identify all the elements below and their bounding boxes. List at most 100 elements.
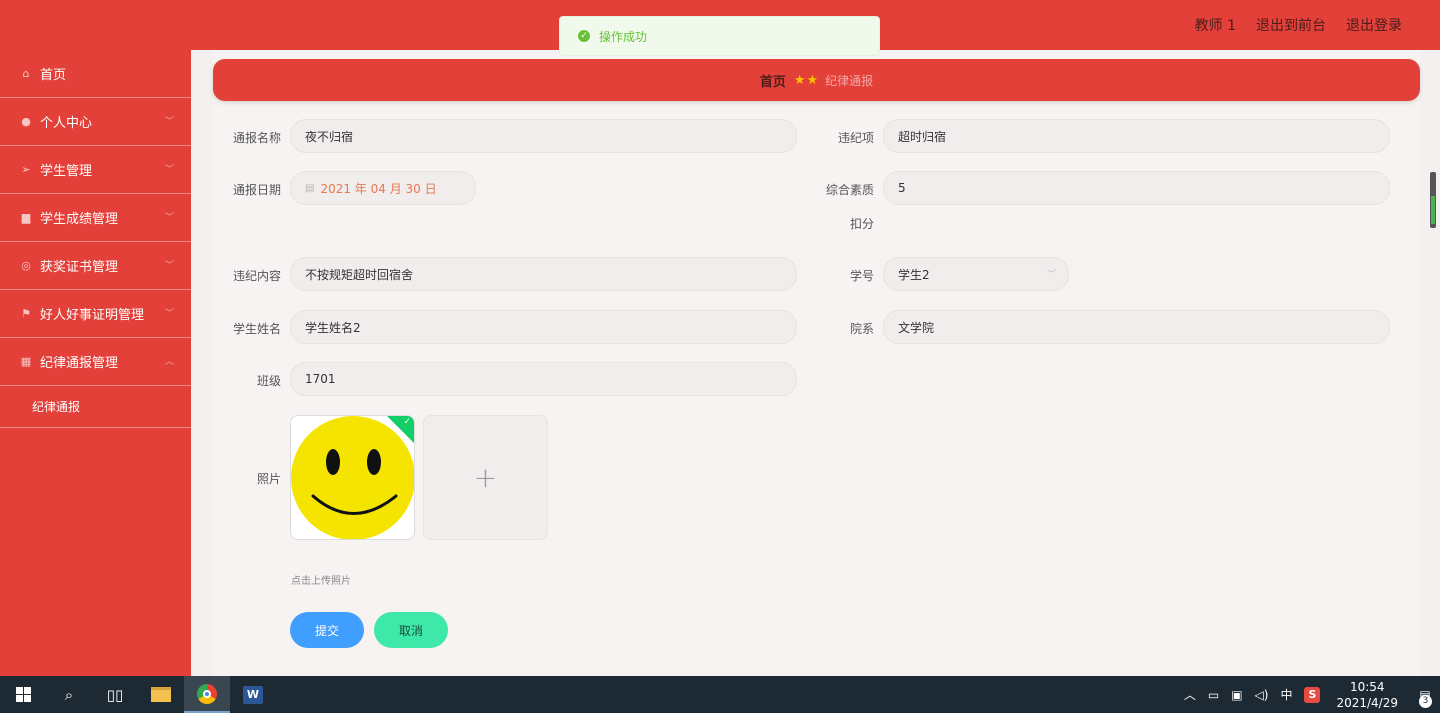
violation-content-input[interactable]: 不按规矩超时回宿舍	[290, 257, 797, 291]
chevron-up-icon: ︿	[164, 357, 174, 367]
scrollbar[interactable]	[1430, 172, 1436, 228]
notification-count: 3	[1419, 694, 1432, 708]
folder-icon	[151, 687, 171, 702]
chevron-down-icon: ﹀	[164, 261, 174, 271]
student-name-input[interactable]: 学生姓名2	[290, 310, 797, 344]
chrome-icon	[197, 683, 217, 704]
send-icon: ➢	[21, 163, 31, 176]
sidebar-item-label: 好人好事证明管理	[40, 308, 145, 323]
quality-deduction-label-2: 扣分	[849, 217, 874, 231]
logout-link[interactable]: 退出登录	[1346, 15, 1402, 35]
report-name-value: 夜不归宿	[305, 129, 354, 144]
chevron-down-icon: ﹀	[1046, 270, 1056, 280]
photo-label: 照片	[256, 472, 281, 486]
task-view-icon: ▯▯	[106, 685, 124, 704]
report-name-label: 通报名称	[232, 131, 281, 145]
sidebar-item-label: 纪律通报管理	[40, 356, 119, 371]
toast-message: 操作成功	[599, 29, 648, 44]
student-id-value: 学生2	[898, 267, 930, 282]
breadcrumb: 首页 ★★ 纪律通报	[213, 59, 1420, 101]
quality-deduction-value: 5	[898, 181, 906, 195]
sidebar: ⌂ 首页 ● 个人中心 ﹀ ➢ 学生管理 ﹀ ▆ 学生成绩管理 ﹀ ◎ 获奖证书…	[0, 50, 191, 676]
sidebar-item-certificate-management[interactable]: ◎ 获奖证书管理 ﹀	[0, 242, 191, 290]
notification-center-button[interactable]: ▤ 3	[1410, 688, 1440, 708]
sidebar-subitem-discipline-report[interactable]: 纪律通报	[0, 386, 191, 428]
sidebar-item-grades-management[interactable]: ▆ 学生成绩管理 ﹀	[0, 194, 191, 242]
student-name-label: 学生姓名	[232, 322, 281, 336]
task-view-button[interactable]: ▯▯	[92, 676, 138, 713]
report-name-input[interactable]: 夜不归宿	[290, 119, 797, 153]
upload-hint: 点击上传照片	[291, 576, 351, 587]
sidebar-item-student-management[interactable]: ➢ 学生管理 ﹀	[0, 146, 191, 194]
battery-icon[interactable]: ▭	[1208, 688, 1219, 702]
sidebar-item-label: 学生管理	[40, 164, 93, 179]
student-name-value: 学生姓名2	[305, 320, 361, 335]
department-value: 文学院	[898, 320, 935, 335]
chrome-button[interactable]	[184, 676, 230, 713]
windows-logo-icon	[15, 687, 31, 702]
search-icon: ⌕	[64, 685, 74, 704]
report-date-label: 通报日期	[232, 183, 281, 197]
volume-icon[interactable]: ◁)	[1255, 688, 1269, 702]
search-button[interactable]: ⌕	[46, 676, 92, 713]
word-button[interactable]: W	[230, 676, 276, 713]
quality-deduction-label: 综合素质	[825, 183, 874, 197]
chevron-down-icon: ﹀	[164, 117, 174, 127]
clock-date: 2021/4/29	[1336, 695, 1398, 710]
breadcrumb-home[interactable]: 首页	[760, 71, 786, 90]
calendar-icon: ▤	[305, 182, 315, 194]
uploaded-photo-thumbnail[interactable]: ✓	[290, 415, 415, 540]
class-input[interactable]: 1701	[290, 362, 797, 396]
sogou-ime-icon[interactable]: S	[1304, 686, 1321, 703]
violation-item-value: 超时归宿	[898, 129, 947, 144]
file-explorer-button[interactable]	[138, 676, 184, 713]
violation-content-value: 不按规矩超时回宿舍	[305, 267, 414, 282]
star-icon: ★★	[793, 72, 820, 88]
sidebar-item-label: 学生成绩管理	[40, 212, 119, 227]
chevron-down-icon: ﹀	[164, 309, 174, 319]
sidebar-item-personal-center[interactable]: ● 个人中心 ﹀	[0, 98, 191, 146]
chevron-up-icon[interactable]: ︿	[1184, 686, 1196, 703]
chevron-down-icon: ﹀	[164, 165, 174, 175]
department-input[interactable]: 文学院	[883, 310, 1390, 344]
back-to-frontend-link[interactable]: 退出到前台	[1256, 15, 1326, 35]
add-photo-button[interactable]: +	[423, 415, 548, 540]
violation-item-input[interactable]: 超时归宿	[883, 119, 1390, 153]
class-label: 班级	[256, 374, 281, 388]
violation-item-label: 违纪项	[837, 131, 874, 145]
sidebar-item-discipline-management[interactable]: ▦ 纪律通报管理 ︿	[0, 338, 191, 386]
word-icon: W	[243, 685, 263, 704]
system-tray: ︿ ▭ ▣ ◁) 中 S 10:54 2021/4/29 ▤ 3	[1178, 676, 1440, 713]
network-icon[interactable]: ▣	[1231, 688, 1242, 702]
breadcrumb-current: 纪律通报	[825, 73, 874, 88]
quality-deduction-input[interactable]: 5	[883, 171, 1390, 205]
check-icon: ✓	[403, 417, 411, 427]
sidebar-item-good-deeds-management[interactable]: ⚑ 好人好事证明管理 ﹀	[0, 290, 191, 338]
plus-icon: +	[473, 461, 498, 494]
start-button[interactable]	[0, 676, 46, 713]
header-links: 教师 1 退出到前台 退出登录	[1195, 0, 1402, 50]
report-date-picker[interactable]: ▤ 2021 年 04 月 30 日	[290, 171, 476, 205]
taskbar-clock[interactable]: 10:54 2021/4/29	[1336, 679, 1398, 711]
smiley-face-image	[291, 416, 414, 539]
report-date-value: 2021 年 04 月 30 日	[320, 181, 437, 196]
class-value: 1701	[305, 372, 336, 386]
success-toast: ✓ 操作成功	[559, 16, 880, 56]
thumb-icon: ▆	[21, 211, 31, 224]
cancel-button[interactable]: 取消	[374, 612, 448, 648]
user-name-link[interactable]: 教师 1	[1195, 15, 1236, 35]
check-circle-icon: ✓	[578, 30, 590, 42]
home-icon: ⌂	[22, 67, 30, 80]
clock-time: 10:54	[1349, 679, 1385, 694]
flag-icon: ⚑	[21, 307, 31, 320]
chevron-down-icon: ﹀	[164, 213, 174, 223]
submit-button[interactable]: 提交	[290, 612, 364, 648]
windows-taskbar: ⌕ ▯▯ W ︿ ▭ ▣ ◁) 中 S 10:54 2021/4/29 ▤ 3	[0, 676, 1440, 713]
user-icon: ●	[21, 115, 31, 128]
globe-icon: ◎	[21, 259, 31, 272]
ime-language[interactable]: 中	[1280, 686, 1292, 703]
sidebar-item-label: 获奖证书管理	[40, 260, 119, 275]
student-id-select[interactable]: 学生2 ﹀	[883, 257, 1069, 291]
sidebar-item-home[interactable]: ⌂ 首页	[0, 50, 191, 98]
student-id-label: 学号	[849, 269, 874, 283]
